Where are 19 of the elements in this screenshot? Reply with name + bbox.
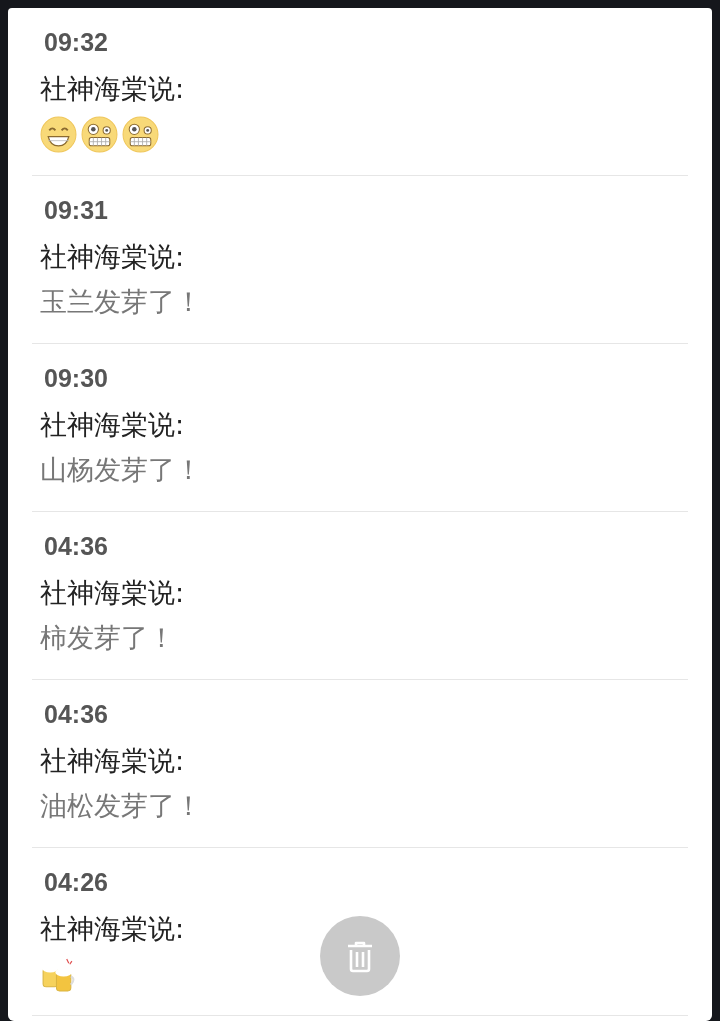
message-time: 09:31 — [43, 195, 109, 226]
grimacing-face-icon — [81, 115, 118, 153]
sender-name: 社神海棠说: — [40, 576, 186, 610]
message-time: 09:32 — [43, 27, 109, 58]
sender-name: 社神海棠说: — [40, 240, 186, 274]
sender-name: 社神海棠说: — [40, 744, 186, 778]
message-time: 04:26 — [43, 867, 109, 898]
message-text: 山杨发芽了！ — [40, 453, 203, 487]
sender-name: 社神海棠说: — [40, 912, 186, 946]
message-text: 柿发芽了！ — [40, 621, 176, 655]
grimacing-face-icon — [122, 115, 159, 153]
message-text: 玉兰发芽了！ — [40, 285, 203, 319]
message-time: 04:36 — [43, 531, 109, 562]
message-time: 09:30 — [43, 363, 109, 394]
message-text: 油松发芽了！ — [40, 789, 203, 823]
grinning-face-icon — [40, 115, 77, 153]
sender-name: 社神海棠说: — [40, 72, 186, 106]
sender-name: 社神海棠说: — [40, 408, 186, 442]
message-time: 04:36 — [43, 699, 109, 730]
